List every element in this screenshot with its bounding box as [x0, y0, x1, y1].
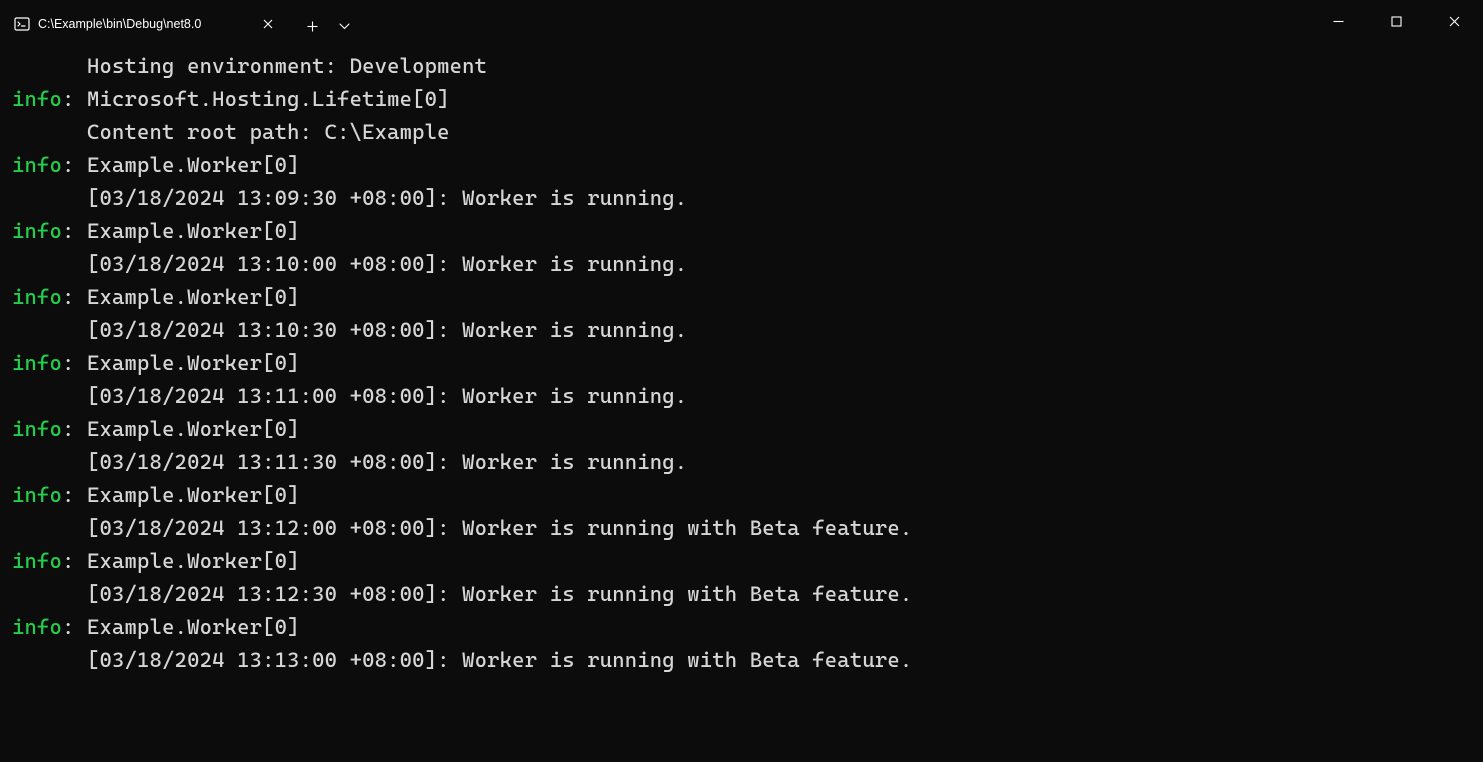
log-level: info	[12, 549, 62, 573]
window-close-button[interactable]	[1425, 0, 1483, 42]
log-header: : Microsoft.Hosting.Lifetime[0]	[62, 87, 450, 111]
log-header: : Example.Worker[0]	[62, 483, 300, 507]
log-level: info	[12, 351, 62, 375]
log-line: [03/18/2024 13:09:30 +08:00]: Worker is …	[12, 182, 1471, 215]
log-line: [03/18/2024 13:10:30 +08:00]: Worker is …	[12, 314, 1471, 347]
log-line: info: Example.Worker[0]	[12, 413, 1471, 446]
log-level: info	[12, 285, 62, 309]
log-header: : Example.Worker[0]	[62, 417, 300, 441]
log-line: Content root path: C:\Example	[12, 116, 1471, 149]
titlebar: C:\Example\bin\Debug\net8.0	[0, 0, 1483, 42]
terminal-icon	[14, 16, 30, 32]
tab-dropdown-button[interactable]	[328, 10, 360, 42]
log-line: info: Microsoft.Hosting.Lifetime[0]	[12, 83, 1471, 116]
log-line: [03/18/2024 13:12:30 +08:00]: Worker is …	[12, 578, 1471, 611]
minimize-button[interactable]	[1309, 0, 1367, 42]
tab-strip: C:\Example\bin\Debug\net8.0	[4, 0, 360, 42]
log-line: [03/18/2024 13:11:30 +08:00]: Worker is …	[12, 446, 1471, 479]
tab-title: C:\Example\bin\Debug\net8.0	[38, 17, 250, 31]
log-header: : Example.Worker[0]	[62, 549, 300, 573]
log-line: [03/18/2024 13:13:00 +08:00]: Worker is …	[12, 644, 1471, 677]
log-header: : Example.Worker[0]	[62, 351, 300, 375]
terminal-output[interactable]: Hosting environment: Development info: M…	[0, 42, 1483, 762]
log-header: : Example.Worker[0]	[62, 153, 300, 177]
log-line: Hosting environment: Development	[12, 50, 1471, 83]
log-line: info: Example.Worker[0]	[12, 215, 1471, 248]
log-header: : Example.Worker[0]	[62, 615, 300, 639]
log-level: info	[12, 615, 62, 639]
log-line: [03/18/2024 13:11:00 +08:00]: Worker is …	[12, 380, 1471, 413]
log-level: info	[12, 87, 62, 111]
log-header: : Example.Worker[0]	[62, 285, 300, 309]
new-tab-button[interactable]	[296, 10, 328, 42]
log-line: info: Example.Worker[0]	[12, 281, 1471, 314]
maximize-button[interactable]	[1367, 0, 1425, 42]
log-level: info	[12, 483, 62, 507]
log-line: info: Example.Worker[0]	[12, 545, 1471, 578]
terminal-tab[interactable]: C:\Example\bin\Debug\net8.0	[4, 6, 288, 42]
log-level: info	[12, 153, 62, 177]
log-line: info: Example.Worker[0]	[12, 479, 1471, 512]
cursor-line	[12, 677, 1471, 711]
log-line: info: Example.Worker[0]	[12, 149, 1471, 182]
log-line: [03/18/2024 13:10:00 +08:00]: Worker is …	[12, 248, 1471, 281]
window-controls	[1309, 0, 1483, 42]
tab-close-button[interactable]	[258, 14, 278, 34]
log-level: info	[12, 417, 62, 441]
log-header: : Example.Worker[0]	[62, 219, 300, 243]
log-line: info: Example.Worker[0]	[12, 347, 1471, 380]
text-cursor	[12, 677, 22, 701]
log-line: [03/18/2024 13:12:00 +08:00]: Worker is …	[12, 512, 1471, 545]
log-line: info: Example.Worker[0]	[12, 611, 1471, 644]
log-level: info	[12, 219, 62, 243]
